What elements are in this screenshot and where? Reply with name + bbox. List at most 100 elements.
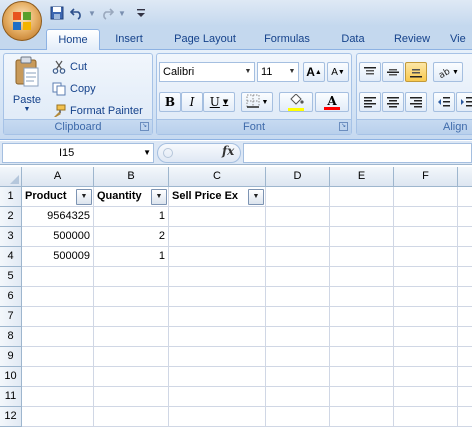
copy-button[interactable]: Copy (50, 80, 96, 98)
grid-cell[interactable] (458, 207, 472, 227)
grid-cell[interactable] (394, 187, 458, 207)
grid-cell[interactable] (169, 227, 266, 247)
row-header-10[interactable]: 10 (0, 367, 22, 387)
grid-cell[interactable] (22, 347, 94, 367)
align-bottom-button[interactable] (405, 62, 427, 82)
row-header-2[interactable]: 2 (0, 207, 22, 227)
grid-cell[interactable] (266, 247, 330, 267)
cell-a4[interactable]: 500009 (22, 247, 94, 267)
fill-color-button[interactable] (279, 92, 313, 112)
grid-cell[interactable] (330, 207, 394, 227)
grid-cell[interactable] (458, 307, 472, 327)
grid-cell[interactable] (169, 287, 266, 307)
name-box[interactable]: I15 ▼ (2, 143, 154, 163)
grid-cell[interactable] (394, 227, 458, 247)
grid-cell[interactable] (394, 387, 458, 407)
grid-cell[interactable] (330, 187, 394, 207)
grid-cell[interactable] (266, 207, 330, 227)
tab-review[interactable]: Review (384, 29, 440, 50)
grid-cell[interactable] (169, 267, 266, 287)
row-header-12[interactable]: 12 (0, 407, 22, 427)
grid-cell[interactable] (330, 327, 394, 347)
cell-a2[interactable]: 9564325 (22, 207, 94, 227)
column-header-b[interactable]: B (94, 167, 169, 187)
grid-cell[interactable] (169, 247, 266, 267)
cell-b4[interactable]: 1 (94, 247, 169, 267)
select-all-button[interactable] (0, 167, 22, 187)
grid-cell[interactable] (94, 347, 169, 367)
grid-cell[interactable] (266, 287, 330, 307)
redo-icon[interactable] (98, 4, 116, 22)
grid-cell[interactable] (330, 347, 394, 367)
grid-cell[interactable] (94, 267, 169, 287)
cut-button[interactable]: Cut (50, 58, 87, 76)
grid-cell[interactable] (169, 307, 266, 327)
grid-cell[interactable] (330, 227, 394, 247)
grid-cell[interactable] (330, 267, 394, 287)
grid-cell[interactable] (266, 347, 330, 367)
grid-cell[interactable] (94, 287, 169, 307)
grid-cell[interactable] (169, 407, 266, 427)
cell-a3[interactable]: 500000 (22, 227, 94, 247)
grid-cell[interactable] (394, 407, 458, 427)
filter-dropdown-a-icon[interactable]: ▼ (76, 189, 92, 205)
grid-cell[interactable] (394, 247, 458, 267)
office-button[interactable] (2, 1, 42, 41)
row-header-5[interactable]: 5 (0, 267, 22, 287)
tab-page-layout[interactable]: Page Layout (164, 29, 246, 50)
grid-cell[interactable] (22, 287, 94, 307)
redo-dropdown-icon[interactable]: ▼ (118, 4, 126, 22)
tab-data[interactable]: Data (332, 29, 374, 50)
grid-cell[interactable] (330, 247, 394, 267)
grid-cell[interactable] (266, 387, 330, 407)
filter-dropdown-b-icon[interactable]: ▼ (151, 189, 167, 205)
grid-cell[interactable] (330, 287, 394, 307)
grid-cell[interactable] (330, 387, 394, 407)
undo-icon[interactable] (68, 4, 86, 22)
cell-b3[interactable]: 2 (94, 227, 169, 247)
grid-cell[interactable] (330, 407, 394, 427)
font-color-button[interactable]: A (315, 92, 349, 112)
shrink-font-button[interactable]: A ▼ (327, 62, 349, 82)
underline-button[interactable]: U ▼ (203, 92, 235, 112)
font-name-combo[interactable]: Calibri ▼ (159, 62, 255, 82)
grid-cell[interactable] (169, 367, 266, 387)
customize-qat-icon[interactable] (136, 4, 146, 22)
save-icon[interactable] (48, 4, 66, 22)
grid-cell[interactable] (266, 307, 330, 327)
bold-button[interactable]: B (159, 92, 181, 112)
tab-home[interactable]: Home (46, 29, 100, 50)
row-header-11[interactable]: 11 (0, 387, 22, 407)
grid-cell[interactable] (266, 327, 330, 347)
tab-view[interactable]: Vie (450, 29, 472, 50)
tab-insert[interactable]: Insert (104, 29, 154, 50)
row-header-4[interactable]: 4 (0, 247, 22, 267)
grid-cell[interactable] (22, 367, 94, 387)
cell-b2[interactable]: 1 (94, 207, 169, 227)
row-header-1[interactable]: 1 (0, 187, 22, 207)
align-center-button[interactable] (382, 92, 404, 112)
row-header-8[interactable]: 8 (0, 327, 22, 347)
grow-font-button[interactable]: A ▲ (303, 62, 325, 82)
grid-cell[interactable] (22, 267, 94, 287)
grid-cell[interactable] (266, 267, 330, 287)
grid-cell[interactable] (94, 327, 169, 347)
align-top-button[interactable] (359, 62, 381, 82)
grid-cell[interactable] (458, 187, 472, 207)
italic-button[interactable]: I (181, 92, 203, 112)
grid-cell[interactable] (394, 267, 458, 287)
grid-cell[interactable] (458, 327, 472, 347)
font-size-combo[interactable]: 11 ▼ (257, 62, 299, 82)
grid-cell[interactable] (94, 407, 169, 427)
orientation-button[interactable]: ab ▼ (433, 62, 463, 82)
filter-dropdown-c-icon[interactable]: ▼ (248, 189, 264, 205)
font-launcher-icon[interactable]: ↘ (339, 122, 348, 131)
formula-input[interactable] (243, 143, 472, 163)
grid-cell[interactable] (394, 207, 458, 227)
grid-cell[interactable] (458, 287, 472, 307)
decrease-indent-button[interactable] (433, 92, 455, 112)
grid-cell[interactable] (394, 367, 458, 387)
grid-cell[interactable] (266, 227, 330, 247)
paste-button[interactable]: Paste ▼ (7, 56, 47, 116)
grid-cell[interactable] (458, 407, 472, 427)
